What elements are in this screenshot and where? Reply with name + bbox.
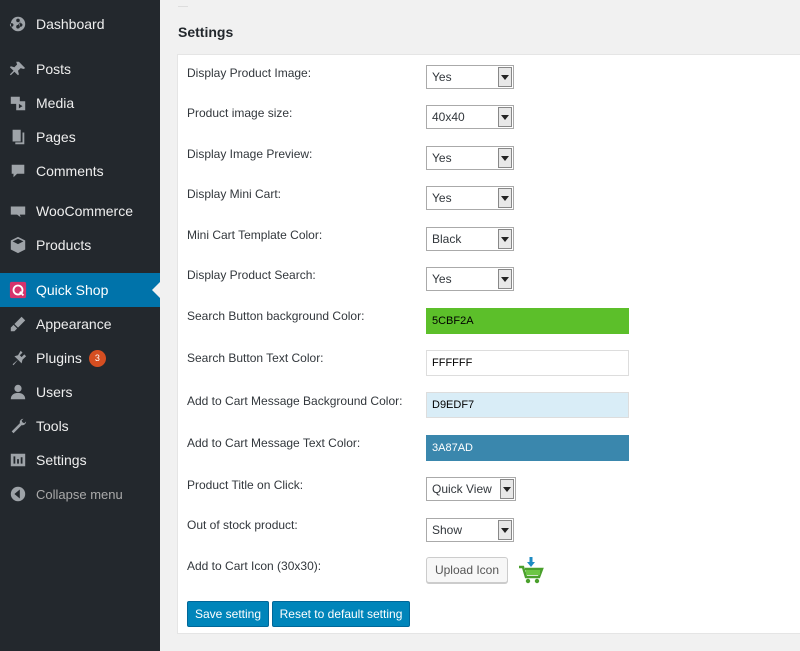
sidebar-item-appearance[interactable]: Appearance: [0, 307, 160, 341]
comments-icon: [9, 162, 27, 180]
tools-icon: [9, 417, 27, 435]
select-value: Show: [432, 523, 463, 537]
select-display-product-image[interactable]: Yes: [426, 65, 514, 89]
settings-panel: [177, 54, 800, 634]
select-value: Black: [432, 232, 462, 246]
woocommerce-icon: [9, 202, 27, 220]
select-display-image-preview[interactable]: Yes: [426, 146, 514, 170]
select-value: Quick View: [432, 482, 492, 496]
sidebar-item-plugins[interactable]: Plugins 3: [0, 341, 160, 375]
color-value: 5CBF2A: [432, 315, 474, 327]
color-value: 3A87AD: [432, 442, 473, 454]
select-mini-cart-template-color[interactable]: Black: [426, 227, 514, 251]
upload-icon-button[interactable]: Upload Icon: [426, 557, 508, 583]
pages-icon: [9, 128, 27, 146]
chevron-down-icon: [498, 229, 512, 249]
sidebar-item-comments[interactable]: Comments: [0, 154, 160, 188]
sidebar-item-label: Users: [36, 384, 73, 400]
label-add-to-cart-icon: Add to Cart Icon (30x30):: [187, 559, 322, 573]
label-cart-message-text-color: Add to Cart Message Text Color:: [187, 436, 361, 450]
search-button-text-color-input[interactable]: FFFFFF: [426, 350, 629, 376]
select-out-of-stock-product[interactable]: Show: [426, 518, 514, 542]
reset-default-settings-button[interactable]: Reset to default setting: [272, 601, 410, 627]
label-display-product-search: Display Product Search:: [187, 268, 316, 282]
dashboard-icon: [9, 15, 27, 33]
color-value: FFFFFF: [432, 357, 473, 369]
label-search-button-text-color: Search Button Text Color:: [187, 351, 324, 365]
select-value: Yes: [432, 70, 452, 84]
users-icon: [9, 383, 27, 401]
chevron-down-icon: [498, 269, 512, 289]
sidebar-item-label: Pages: [36, 129, 76, 145]
label-display-mini-cart: Display Mini Cart:: [187, 187, 282, 201]
label-product-image-size: Product image size:: [187, 106, 293, 120]
sidebar-item-label: Plugins: [36, 350, 82, 366]
divider: [178, 6, 188, 7]
appearance-icon: [9, 315, 27, 333]
select-value: Yes: [432, 191, 452, 205]
sidebar-item-pages[interactable]: Pages: [0, 120, 160, 154]
sidebar-item-label: Posts: [36, 61, 72, 77]
chevron-down-icon: [498, 188, 512, 208]
sidebar-item-tools[interactable]: Tools: [0, 409, 160, 443]
label-out-of-stock-product: Out of stock product:: [187, 518, 298, 532]
sidebar-item-settings[interactable]: Settings: [0, 443, 160, 477]
chevron-down-icon: [498, 67, 512, 87]
select-value: Yes: [432, 272, 452, 286]
sidebar-item-posts[interactable]: Posts: [0, 52, 160, 86]
sidebar-item-label: Dashboard: [36, 16, 105, 32]
label-search-button-bg-color: Search Button background Color:: [187, 309, 365, 323]
sidebar-item-label: Settings: [36, 452, 87, 468]
select-display-product-search[interactable]: Yes: [426, 267, 514, 291]
select-value: Yes: [432, 151, 452, 165]
sidebar-item-label: Appearance: [36, 316, 112, 332]
select-product-title-on-click[interactable]: Quick View: [426, 477, 516, 501]
products-icon: [9, 236, 27, 254]
sidebar-item-products[interactable]: Products: [0, 228, 160, 262]
cart-message-bg-color-input[interactable]: D9EDF7: [426, 392, 629, 418]
cart-message-text-color-input[interactable]: 3A87AD: [426, 435, 629, 461]
sidebar-item-users[interactable]: Users: [0, 375, 160, 409]
chevron-down-icon: [498, 520, 512, 540]
label-product-title-on-click: Product Title on Click:: [187, 478, 304, 492]
sidebar-item-woocommerce[interactable]: WooCommerce: [0, 194, 160, 228]
chevron-down-icon: [498, 148, 512, 168]
sidebar-item-label: Products: [36, 237, 92, 253]
cart-icon: [518, 557, 544, 585]
sidebar-item-label: Collapse menu: [36, 486, 123, 502]
admin-sidebar: Dashboard Posts Media Pages Comments Woo…: [0, 0, 160, 651]
label-cart-message-bg-color: Add to Cart Message Background Color:: [187, 394, 403, 408]
sidebar-item-quick-shop[interactable]: Quick Shop: [0, 273, 160, 307]
quickshop-icon: [9, 281, 27, 299]
sidebar-item-dashboard[interactable]: Dashboard: [0, 7, 160, 41]
plugins-icon: [9, 349, 27, 367]
collapse-icon: [9, 485, 27, 503]
pin-icon: [9, 60, 27, 78]
collapse-menu-button[interactable]: Collapse menu: [0, 477, 160, 511]
page-title: Settings: [178, 24, 234, 40]
select-value: 40x40: [432, 110, 465, 124]
label-display-product-image: Display Product Image:: [187, 66, 312, 80]
label-display-image-preview: Display Image Preview:: [187, 147, 313, 161]
sidebar-item-media[interactable]: Media: [0, 86, 160, 120]
sidebar-item-label: Media: [36, 95, 75, 111]
search-button-bg-color-input[interactable]: 5CBF2A: [426, 308, 629, 334]
label-mini-cart-template-color: Mini Cart Template Color:: [187, 228, 323, 242]
sidebar-item-label: Quick Shop: [36, 282, 109, 298]
save-settings-button[interactable]: Save setting: [187, 601, 269, 627]
settings-icon: [9, 451, 27, 469]
select-product-image-size[interactable]: 40x40: [426, 105, 514, 129]
chevron-down-icon: [500, 479, 514, 499]
sidebar-item-label: Tools: [36, 418, 69, 434]
media-icon: [9, 94, 27, 112]
sidebar-item-label: WooCommerce: [36, 203, 133, 219]
plugins-update-count-badge: 3: [88, 349, 106, 367]
chevron-down-icon: [498, 107, 512, 127]
color-value: D9EDF7: [432, 399, 475, 411]
select-display-mini-cart[interactable]: Yes: [426, 186, 514, 210]
sidebar-item-label: Comments: [36, 163, 104, 179]
